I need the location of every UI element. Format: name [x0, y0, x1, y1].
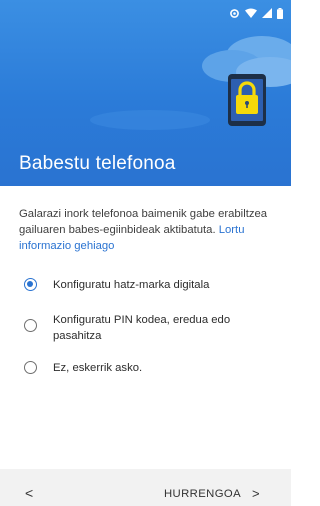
option-no-thanks-label: Ez, eskerrik asko.: [53, 362, 143, 374]
option-pin-pattern-password[interactable]: Konfiguratu PIN kodea, eredua edo pasahi…: [24, 312, 233, 344]
sync-icon: [230, 8, 239, 18]
phone-lock-icon: [228, 74, 266, 126]
battery-icon: [277, 7, 283, 19]
next-button-label: HURRENGOA: [164, 487, 242, 500]
next-button[interactable]: HURRENGOA >: [164, 486, 260, 501]
radio-button-selected[interactable]: [24, 278, 37, 291]
chevron-right-icon: >: [252, 486, 261, 501]
status-bar: [229, 6, 283, 20]
page-title: Babestu telefonoa: [19, 153, 176, 174]
header: Babestu telefonoa: [0, 0, 291, 186]
signal-icon: [262, 8, 272, 18]
bottom-navigation-bar: < HURRENGOA >: [0, 469, 291, 506]
wifi-icon: [245, 8, 257, 18]
radio-button[interactable]: [24, 319, 37, 332]
option-fingerprint[interactable]: Konfiguratu hatz-marka digitala: [24, 277, 209, 293]
radio-button[interactable]: [24, 361, 37, 374]
option-no-thanks[interactable]: Ez, eskerrik asko.: [24, 360, 142, 376]
description: Galarazi inork telefonoa baimenik gabe e…: [19, 206, 275, 254]
back-button[interactable]: <: [25, 486, 33, 500]
option-fingerprint-label: Konfiguratu hatz-marka digitala: [53, 279, 210, 291]
option-pin-label: Konfiguratu PIN kodea, eredua edo pasahi…: [53, 314, 231, 342]
